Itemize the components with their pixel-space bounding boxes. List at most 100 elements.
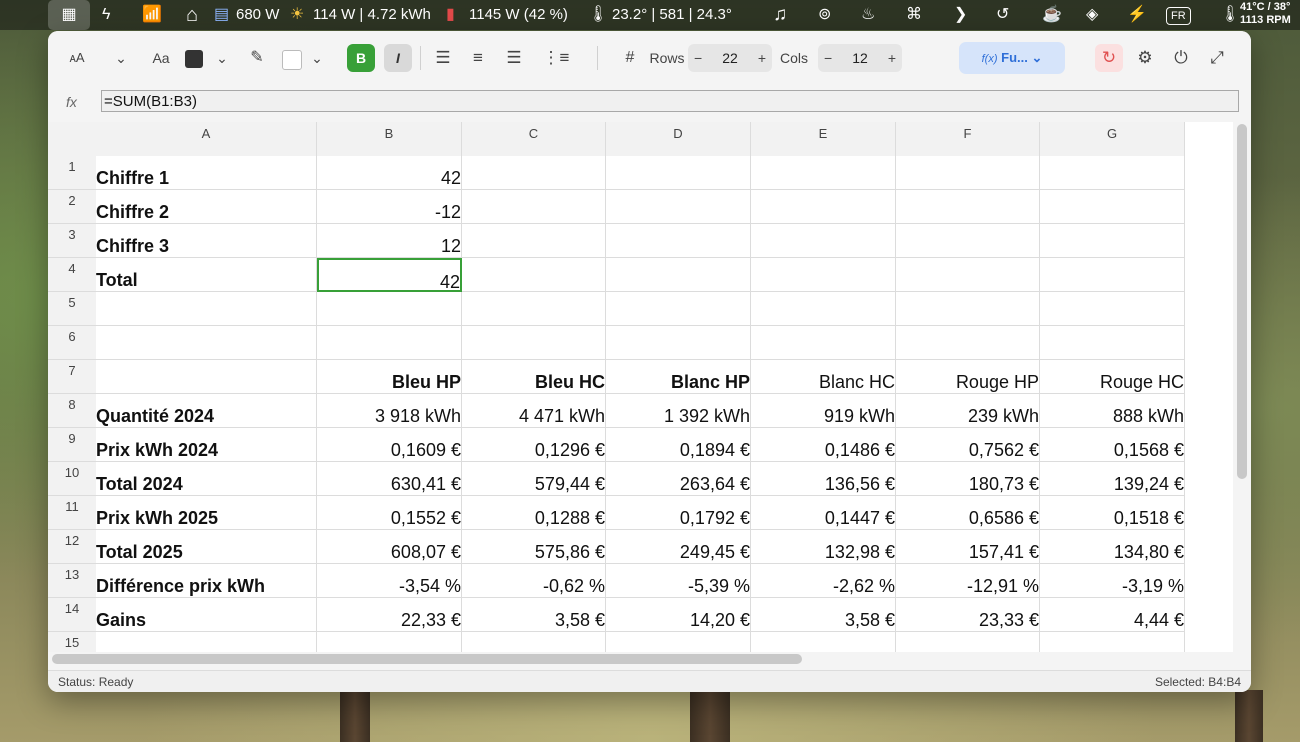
chevron-down-icon[interactable]: ⌄ xyxy=(306,44,328,72)
cell-a9[interactable]: Prix kWh 2024 xyxy=(96,428,317,462)
cell-d9[interactable]: 0,1894 € xyxy=(606,428,751,462)
cell-b9[interactable]: 0,1609 € xyxy=(317,428,462,462)
solar-power-reading[interactable]: 680 W xyxy=(236,0,279,30)
formula-input[interactable]: =SUM(B1:B3) xyxy=(101,90,1239,112)
function-dropdown[interactable]: f(x) Fu... ⌄ xyxy=(959,42,1065,74)
cell-b14[interactable]: 22,33 € xyxy=(317,598,462,632)
power-button[interactable]: ⏻ xyxy=(1167,44,1195,72)
cell-g3[interactable] xyxy=(1040,224,1185,258)
cell-a4[interactable]: Total xyxy=(96,258,317,292)
cell-a13[interactable]: Différence prix kWh xyxy=(96,564,317,598)
cell-f4[interactable] xyxy=(896,258,1040,292)
cell-f14[interactable]: 23,33 € xyxy=(896,598,1040,632)
chevron-right-icon[interactable]: ❯ xyxy=(954,0,967,30)
cell-a8[interactable]: Quantité 2024 xyxy=(96,394,317,428)
command-icon[interactable]: ⌘ xyxy=(906,0,922,30)
cell-g11[interactable]: 0,1518 € xyxy=(1040,496,1185,530)
cell-c11[interactable]: 0,1288 € xyxy=(462,496,606,530)
row-header-15[interactable]: 15 xyxy=(48,632,96,652)
slash-app-icon[interactable]: ϟ xyxy=(102,0,110,30)
history-icon[interactable]: ↺ xyxy=(996,0,1009,30)
cell-a2[interactable]: Chiffre 2 xyxy=(96,190,317,224)
cell-d6[interactable] xyxy=(606,326,751,360)
cell-e14[interactable]: 3,58 € xyxy=(751,598,896,632)
cell-f10[interactable]: 180,73 € xyxy=(896,462,1040,496)
cell-e8[interactable]: 919 kWh xyxy=(751,394,896,428)
cell-b8[interactable]: 3 918 kWh xyxy=(317,394,462,428)
radio-icon[interactable]: ⊚ xyxy=(818,0,831,30)
row-header-2[interactable]: 2 xyxy=(48,190,96,224)
row-header-10[interactable]: 10 xyxy=(48,462,96,496)
bolt-icon[interactable]: ⚡ xyxy=(1127,0,1147,30)
cell-g14[interactable]: 4,44 € xyxy=(1040,598,1185,632)
cell-f1[interactable] xyxy=(896,156,1040,190)
cell-g10[interactable]: 139,24 € xyxy=(1040,462,1185,496)
cell-f7[interactable]: Rouge HP xyxy=(896,360,1040,394)
rows-stepper[interactable]: − 22 + xyxy=(688,44,772,72)
cell-f12[interactable]: 157,41 € xyxy=(896,530,1040,564)
cell-b2[interactable]: -12 xyxy=(317,190,462,224)
cell-a3[interactable]: Chiffre 3 xyxy=(96,224,317,258)
cell-g13[interactable]: -3,19 % xyxy=(1040,564,1185,598)
select-all-corner[interactable] xyxy=(48,122,96,156)
cell-e3[interactable] xyxy=(751,224,896,258)
cell-g7[interactable]: Rouge HC xyxy=(1040,360,1185,394)
cell-f13[interactable]: -12,91 % xyxy=(896,564,1040,598)
cell-f3[interactable] xyxy=(896,224,1040,258)
cell-a15[interactable] xyxy=(96,632,317,652)
cell-g8[interactable]: 888 kWh xyxy=(1040,394,1185,428)
cell-b6[interactable] xyxy=(317,326,462,360)
chevron-down-icon[interactable]: ⌄ xyxy=(211,44,233,72)
cell-a6[interactable] xyxy=(96,326,317,360)
cell-b7[interactable]: Bleu HP xyxy=(317,360,462,394)
cell-e6[interactable] xyxy=(751,326,896,360)
refresh-button[interactable]: ↻ xyxy=(1095,44,1123,72)
cell-d7[interactable]: Blanc HP xyxy=(606,360,751,394)
cell-d5[interactable] xyxy=(606,292,751,326)
cell-a1[interactable]: Chiffre 1 xyxy=(96,156,317,190)
cell-b11[interactable]: 0,1552 € xyxy=(317,496,462,530)
cell-e9[interactable]: 0,1486 € xyxy=(751,428,896,462)
cell-b13[interactable]: -3,54 % xyxy=(317,564,462,598)
cell-c2[interactable] xyxy=(462,190,606,224)
minus-icon[interactable]: − xyxy=(824,44,832,72)
cell-b15[interactable] xyxy=(317,632,462,652)
cell-d4[interactable] xyxy=(606,258,751,292)
horizontal-scrollbar[interactable] xyxy=(52,654,802,664)
spreadsheet-grid[interactable]: A B C D E F G 1 Chiffre 1 42 2 Chiffre 2 -12 3 Chiffre… xyxy=(48,122,1233,652)
column-header-c[interactable]: C xyxy=(462,122,606,156)
cell-b10[interactable]: 630,41 € xyxy=(317,462,462,496)
row-header-3[interactable]: 3 xyxy=(48,224,96,258)
cell-e10[interactable]: 136,56 € xyxy=(751,462,896,496)
wrap-text-icon[interactable]: ⋮≡ xyxy=(542,44,570,72)
row-header-14[interactable]: 14 xyxy=(48,598,96,632)
row-header-12[interactable]: 12 xyxy=(48,530,96,564)
cell-g12[interactable]: 134,80 € xyxy=(1040,530,1185,564)
cell-g15[interactable] xyxy=(1040,632,1185,652)
temperature-reading[interactable]: 23.2° | 581 | 24.3° xyxy=(612,0,732,30)
cell-e11[interactable]: 0,1447 € xyxy=(751,496,896,530)
row-header-5[interactable]: 5 xyxy=(48,292,96,326)
cell-b5[interactable] xyxy=(317,292,462,326)
battery-reading[interactable]: 1145 W (42 %) xyxy=(469,0,568,30)
bold-button[interactable]: B xyxy=(347,44,375,72)
cell-e7[interactable]: Blanc HC xyxy=(751,360,896,394)
cell-d12[interactable]: 249,45 € xyxy=(606,530,751,564)
consumption-reading[interactable]: 114 W | 4.72 kWh xyxy=(313,0,431,30)
italic-button[interactable]: I xyxy=(384,44,412,72)
cols-value[interactable]: 12 xyxy=(850,44,870,72)
row-header-1[interactable]: 1 xyxy=(48,156,96,190)
cell-b4[interactable]: 42 xyxy=(317,258,462,292)
cell-c9[interactable]: 0,1296 € xyxy=(462,428,606,462)
cell-a11[interactable]: Prix kWh 2025 xyxy=(96,496,317,530)
rows-value[interactable]: 22 xyxy=(720,44,740,72)
cell-c4[interactable] xyxy=(462,258,606,292)
paint-bucket-icon[interactable]: ✎ xyxy=(246,44,268,72)
cell-a10[interactable]: Total 2024 xyxy=(96,462,317,496)
cell-c10[interactable]: 579,44 € xyxy=(462,462,606,496)
cell-c5[interactable] xyxy=(462,292,606,326)
row-header-8[interactable]: 8 xyxy=(48,394,96,428)
cell-e5[interactable] xyxy=(751,292,896,326)
cell-c15[interactable] xyxy=(462,632,606,652)
flame-icon[interactable]: ♨ xyxy=(861,0,875,30)
